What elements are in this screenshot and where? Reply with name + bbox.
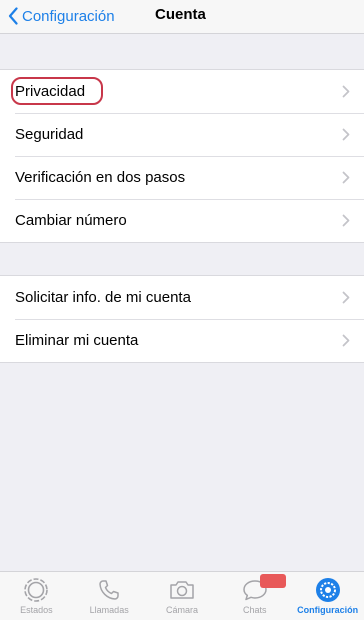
tab-llamadas[interactable]: Llamadas xyxy=(73,572,146,620)
camera-icon xyxy=(170,581,194,599)
back-button-label: Configuración xyxy=(22,7,115,25)
row-change-number[interactable]: Cambiar número xyxy=(0,199,364,242)
tab-label: Estados xyxy=(20,605,53,615)
chevron-right-icon xyxy=(342,291,350,304)
back-button[interactable]: Configuración xyxy=(8,5,115,27)
row-two-step-verification[interactable]: Verificación en dos pasos xyxy=(0,156,364,199)
settings-group-account: Privacidad Seguridad Verificación en dos… xyxy=(0,69,364,243)
tab-estados[interactable]: Estados xyxy=(0,572,73,620)
row-privacy[interactable]: Privacidad xyxy=(0,70,364,113)
page-title: Cuenta xyxy=(155,6,206,23)
tab-bar: Estados Llamadas Cámara Chats Configurac… xyxy=(0,571,364,620)
row-label: Solicitar info. de mi cuenta xyxy=(15,289,191,306)
tab-camara[interactable]: Cámara xyxy=(146,572,219,620)
tab-chats[interactable]: Chats xyxy=(218,572,291,620)
tab-label: Cámara xyxy=(165,605,198,615)
settings-group-data: Solicitar info. de mi cuenta Eliminar mi… xyxy=(0,275,364,363)
row-label: Eliminar mi cuenta xyxy=(15,332,139,349)
row-label: Cambiar número xyxy=(15,212,127,229)
row-label: Verificación en dos pasos xyxy=(15,169,186,186)
chevron-right-icon xyxy=(342,85,350,98)
row-request-account-info[interactable]: Solicitar info. de mi cuenta xyxy=(0,276,364,319)
tab-label: Configuración xyxy=(297,605,359,615)
chevron-right-icon xyxy=(342,334,350,347)
chevron-right-icon xyxy=(342,128,350,141)
unread-badge xyxy=(260,574,287,588)
tab-configuracion[interactable]: Configuración xyxy=(291,572,364,620)
row-security[interactable]: Seguridad xyxy=(0,113,364,156)
phone-icon xyxy=(99,580,119,600)
tab-label: Llamadas xyxy=(89,605,129,615)
gear-icon xyxy=(315,578,340,602)
highlight-circle xyxy=(11,77,103,105)
status-icon xyxy=(24,578,49,602)
row-delete-account[interactable]: Eliminar mi cuenta xyxy=(0,319,364,362)
navigation-bar: Configuración Cuenta xyxy=(0,0,364,34)
chevron-left-icon xyxy=(8,7,18,25)
tab-label: Chats xyxy=(243,605,267,615)
chevron-right-icon xyxy=(342,171,350,184)
chevron-right-icon xyxy=(342,214,350,227)
row-label: Seguridad xyxy=(15,126,84,143)
